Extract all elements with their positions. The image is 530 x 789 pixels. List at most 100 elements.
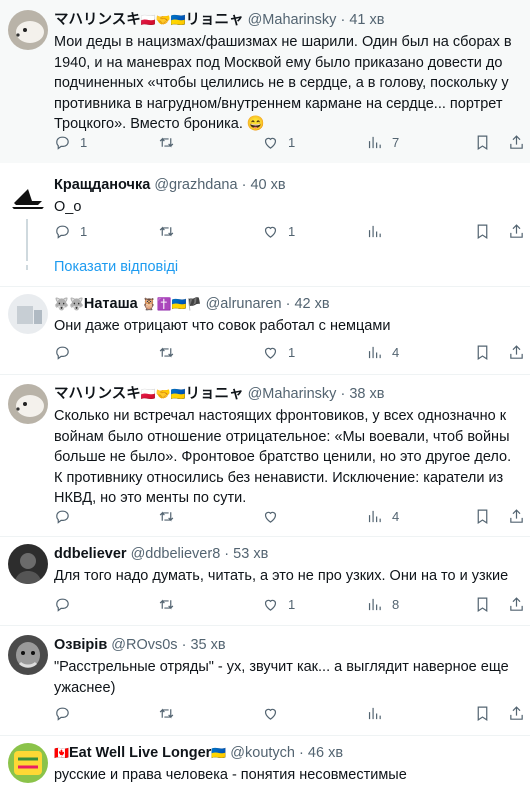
avatar[interactable]: [8, 10, 48, 50]
share-button[interactable]: [508, 596, 525, 613]
reply-button[interactable]: 1: [54, 223, 87, 240]
heart-icon: [264, 511, 277, 523]
retweet-button[interactable]: [158, 344, 175, 361]
share-button[interactable]: [508, 705, 525, 722]
tweet[interactable]: Кращданочка @grazhdana · 40 хв О_о 1 1 П…: [0, 163, 530, 285]
bookmark-icon: [477, 706, 488, 722]
avatar[interactable]: [8, 384, 48, 424]
timestamp[interactable]: 35 хв: [190, 637, 225, 653]
user-handle[interactable]: @grazhdana: [154, 177, 237, 193]
bookmark-button[interactable]: [474, 596, 491, 613]
heart-icon: [264, 708, 277, 720]
retweet-icon: [159, 599, 174, 610]
view-count: 8: [392, 597, 400, 612]
separator-dot: ·: [340, 12, 346, 28]
display-name[interactable]: Eat Well Live Longer: [69, 745, 211, 761]
reply-button[interactable]: [54, 596, 71, 613]
bookmark-icon: [477, 135, 488, 151]
share-button[interactable]: [508, 344, 525, 361]
bookmark-button[interactable]: [474, 134, 491, 151]
display-name[interactable]: Кращданочка: [54, 177, 150, 193]
bookmark-button[interactable]: [474, 223, 491, 240]
tweet[interactable]: マハリンスキ🇵🇱🤝🇺🇦リョニャ @Maharinsky · 41 хв Мои …: [0, 0, 530, 163]
user-handle[interactable]: @koutych: [230, 745, 295, 761]
show-replies-link[interactable]: Показати відповіді: [54, 259, 178, 275]
display-name[interactable]: マハリンスキ: [54, 386, 141, 402]
avatar[interactable]: [8, 635, 48, 675]
retweet-button[interactable]: [158, 508, 175, 525]
share-icon: [510, 224, 523, 238]
reply-icon: [56, 225, 69, 239]
timestamp[interactable]: 40 хв: [250, 177, 285, 193]
timestamp[interactable]: 42 хв: [294, 296, 329, 312]
bookmark-button[interactable]: [474, 705, 491, 722]
user-handle[interactable]: @Maharinsky: [248, 12, 337, 28]
bookmark-icon: [477, 224, 488, 240]
reply-count: 1: [80, 135, 88, 150]
avatar[interactable]: [8, 175, 48, 215]
display-name-suffix[interactable]: リョニャ: [186, 386, 244, 402]
bookmark-button[interactable]: [474, 344, 491, 361]
reply-feed: マハリンスキ🇵🇱🤝🇺🇦リョニャ @Maharinsky · 41 хв Мои …: [0, 0, 530, 789]
reply-button[interactable]: [54, 508, 71, 525]
views-button[interactable]: 4: [366, 344, 399, 361]
timestamp[interactable]: 46 хв: [308, 745, 343, 761]
separator-dot: ·: [224, 546, 230, 562]
share-button[interactable]: [508, 508, 525, 525]
tweet[interactable]: ddbeliever @ddbeliever8 · 53 хв Для того…: [0, 536, 530, 625]
views-button[interactable]: [366, 705, 383, 722]
separator-dot: ·: [241, 177, 247, 193]
tweet[interactable]: 🐺🐺Наташа 🦉✝️🇺🇦🏴 @alrunaren · 42 хв Они д…: [0, 286, 530, 374]
reply-button[interactable]: [54, 344, 71, 361]
like-button[interactable]: 1: [262, 596, 295, 613]
separator-dot: ·: [340, 386, 346, 402]
tweet[interactable]: 🇨🇦Eat Well Live Longer🇺🇦 @koutych · 46 х…: [0, 735, 530, 789]
user-handle[interactable]: @Maharinsky: [248, 386, 337, 402]
avatar[interactable]: [8, 743, 48, 783]
avatar[interactable]: [8, 544, 48, 584]
views-button[interactable]: [366, 223, 383, 240]
retweet-button[interactable]: [158, 705, 175, 722]
tweet[interactable]: Озвірів @ROvs0s · 35 хв "Расстрельные от…: [0, 625, 530, 735]
share-button[interactable]: [508, 134, 525, 151]
name-emoji: 🇺🇦: [211, 746, 227, 760]
timestamp[interactable]: 41 хв: [349, 12, 384, 28]
like-button[interactable]: [262, 508, 279, 525]
user-handle[interactable]: @alrunaren: [206, 296, 282, 312]
like-button[interactable]: [262, 705, 279, 722]
display-name[interactable]: ddbeliever: [54, 546, 127, 562]
heart-icon: [264, 137, 277, 149]
user-handle[interactable]: @ddbeliever8: [131, 546, 221, 562]
tweet-text: Мои деды в нацизмах/фашизмах не шарили. …: [54, 34, 512, 132]
reply-button[interactable]: [54, 705, 71, 722]
like-count: 1: [288, 345, 296, 360]
retweet-button[interactable]: [158, 134, 184, 151]
avatar[interactable]: [8, 294, 48, 334]
bookmark-icon: [477, 345, 488, 361]
retweet-button[interactable]: [158, 223, 175, 240]
like-button[interactable]: 1: [262, 223, 295, 240]
views-button[interactable]: 8: [366, 596, 399, 613]
display-name-suffix[interactable]: リョニャ: [186, 12, 244, 28]
name-prefix-emoji: 🇨🇦: [54, 746, 69, 760]
tweet[interactable]: マハリンスキ🇵🇱🤝🇺🇦リョニャ @Maharinsky · 38 хв Скол…: [0, 374, 530, 536]
user-handle[interactable]: @ROvs0s: [111, 637, 177, 653]
timestamp[interactable]: 53 хв: [233, 546, 268, 562]
tweet-text: "Расстрельные отряды" - ух, звучит как..…: [54, 659, 509, 696]
like-button[interactable]: 1: [262, 344, 295, 361]
name-prefix-emoji: 🐺🐺: [54, 297, 84, 311]
views-button[interactable]: 4: [366, 508, 399, 525]
bookmark-icon: [477, 597, 488, 613]
timestamp[interactable]: 38 хв: [349, 386, 384, 402]
share-button[interactable]: [508, 223, 525, 240]
views-icon: [368, 225, 381, 238]
like-button[interactable]: 1: [262, 134, 295, 151]
display-name[interactable]: Озвірів: [54, 637, 107, 653]
views-button[interactable]: 7: [366, 134, 399, 151]
retweet-button[interactable]: [158, 596, 175, 613]
views-icon: [368, 136, 381, 149]
bookmark-button[interactable]: [474, 508, 491, 525]
display-name[interactable]: マハリンスキ: [54, 12, 141, 28]
display-name[interactable]: Наташа: [84, 296, 138, 312]
reply-button[interactable]: 1: [54, 134, 87, 151]
